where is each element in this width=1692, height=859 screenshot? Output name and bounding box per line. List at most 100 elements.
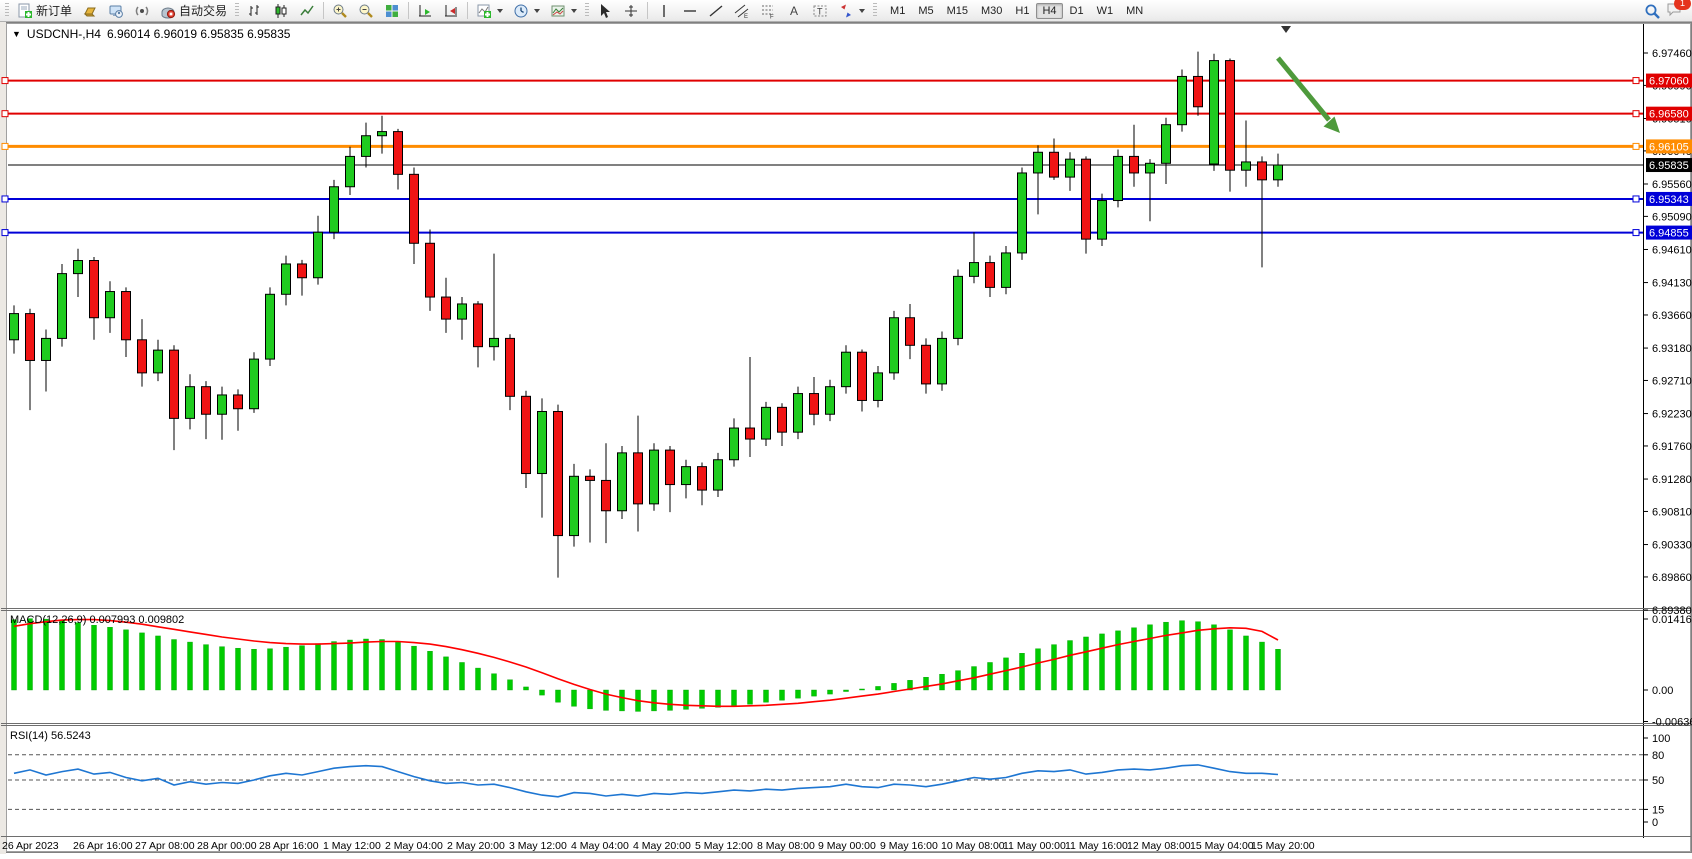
add-indicator-button[interactable]: [471, 0, 508, 21]
zoom-in-button[interactable]: [327, 0, 353, 21]
svg-text:6.93180: 6.93180: [1652, 343, 1692, 355]
svg-text:6.96580: 6.96580: [1649, 109, 1689, 121]
svg-text:15: 15: [1652, 804, 1664, 816]
toolbar-grip[interactable]: [235, 3, 239, 18]
arrows-caret: [859, 9, 865, 13]
svg-text:9 May 00:00: 9 May 00:00: [818, 840, 876, 852]
svg-text:2 May 04:00: 2 May 04:00: [385, 840, 443, 852]
svg-text:6.94610: 6.94610: [1652, 244, 1692, 256]
svg-text:6.97060: 6.97060: [1649, 76, 1689, 88]
notification-badge: 1: [1674, 0, 1691, 10]
svg-text:6.90810: 6.90810: [1652, 506, 1692, 518]
arrows-tool-button[interactable]: [833, 0, 870, 21]
timeframe-group: M1M5M15M30H1H4D1W1MN: [884, 3, 1149, 19]
templates-icon: [550, 3, 566, 19]
chat-button[interactable]: 1: [1666, 1, 1684, 20]
equidistant-channel-tool-button[interactable]: E: [729, 0, 755, 21]
toolbar-grip[interactable]: [5, 3, 9, 18]
svg-text:9 May 16:00: 9 May 16:00: [880, 840, 938, 852]
svg-text:6.91760: 6.91760: [1652, 441, 1692, 453]
vertical-line-icon: [656, 3, 672, 19]
svg-text:1 May 12:00: 1 May 12:00: [323, 840, 381, 852]
chart-window[interactable]: ▼ USDCNH-,H4 6.96014 6.96019 6.95835 6.9…: [0, 22, 1692, 854]
text-icon: A: [786, 3, 802, 19]
svg-text:6.95835: 6.95835: [1649, 160, 1689, 172]
svg-text:F: F: [770, 14, 774, 19]
periods-clock-icon: [513, 3, 529, 19]
svg-text:11 May 16:00: 11 May 16:00: [1065, 840, 1128, 852]
timeframe-button-m30[interactable]: M30: [975, 3, 1008, 19]
periods-button[interactable]: [508, 0, 545, 21]
timeframe-button-w1[interactable]: W1: [1091, 3, 1120, 19]
horizontal-lines[interactable]: [2, 78, 1643, 236]
tile-windows-button[interactable]: [379, 0, 405, 21]
candles: [10, 52, 1283, 578]
svg-text:T: T: [817, 6, 823, 16]
trendline-tool-button[interactable]: [703, 0, 729, 21]
chart-ohlc-values: 6.96014 6.96019 6.95835 6.95835: [107, 27, 291, 41]
timeframe-button-d1[interactable]: D1: [1064, 3, 1090, 19]
svg-text:12 May 08:00: 12 May 08:00: [1127, 840, 1191, 852]
cursor-tool-button[interactable]: [592, 0, 618, 21]
autotrading-button[interactable]: 自动交易: [155, 0, 232, 21]
templates-button[interactable]: [545, 0, 582, 21]
search-icon[interactable]: [1644, 3, 1660, 19]
svg-text:50: 50: [1652, 775, 1664, 787]
svg-text:5 May 12:00: 5 May 12:00: [695, 840, 753, 852]
zoom-in-icon: [332, 3, 348, 19]
svg-text:10 May 08:00: 10 May 08:00: [941, 840, 1005, 852]
timeframe-button-m15[interactable]: M15: [941, 3, 974, 19]
bar-chart-button[interactable]: [242, 0, 268, 21]
signals-button[interactable]: [129, 0, 155, 21]
svg-text:0.014167: 0.014167: [1652, 614, 1692, 626]
svg-text:8 May 08:00: 8 May 08:00: [757, 840, 815, 852]
svg-text:6.95343: 6.95343: [1649, 194, 1689, 206]
svg-text:6.97460: 6.97460: [1652, 48, 1692, 60]
fibonacci-icon: F: [760, 3, 776, 19]
collapse-icon[interactable]: ▼: [12, 29, 21, 39]
svg-text:4 May 04:00: 4 May 04:00: [571, 840, 629, 852]
chart-canvas[interactable]: 6.974606.969906.965106.960406.955606.950…: [0, 22, 1692, 854]
arrows-icon: [838, 3, 854, 19]
zoom-out-icon: [358, 3, 374, 19]
svg-text:27 Apr 08:00: 27 Apr 08:00: [135, 840, 195, 852]
trendline-icon: [708, 3, 724, 19]
gold-button[interactable]: [77, 0, 103, 21]
remote-terminal-button[interactable]: [103, 0, 129, 21]
candlestick-chart-button[interactable]: [268, 0, 294, 21]
timeframe-button-m1[interactable]: M1: [884, 3, 911, 19]
line-chart-icon: [299, 3, 315, 19]
fibonacci-tool-button[interactable]: F: [755, 0, 781, 21]
toolbar-grip[interactable]: [585, 3, 589, 18]
crosshair-tool-button[interactable]: [618, 0, 644, 21]
vertical-line-tool-button[interactable]: [651, 0, 677, 21]
new-order-button[interactable]: 新订单: [12, 0, 77, 21]
trend-arrow-annotation[interactable]: [1278, 58, 1340, 133]
svg-text:2 May 20:00: 2 May 20:00: [447, 840, 505, 852]
text-label-icon: T: [812, 3, 828, 19]
timeframe-button-mn[interactable]: MN: [1120, 3, 1149, 19]
text-tool-button[interactable]: A: [781, 0, 807, 21]
horizontal-line-icon: [682, 3, 698, 19]
text-label-tool-button[interactable]: T: [807, 0, 833, 21]
svg-text:6.89860: 6.89860: [1652, 572, 1692, 584]
rsi-indicator-label: RSI(14) 56.5243: [10, 730, 91, 742]
time-axis: 26 Apr 202326 Apr 16:0027 Apr 08:0028 Ap…: [2, 840, 1315, 852]
timeframe-button-m5[interactable]: M5: [912, 3, 939, 19]
timeframe-button-h4[interactable]: H4: [1036, 3, 1062, 19]
rsi-pane: 1008050150: [8, 733, 1670, 829]
line-chart-button[interactable]: [294, 0, 320, 21]
new-order-label: 新订单: [36, 2, 72, 19]
svg-text:0.00: 0.00: [1652, 685, 1673, 697]
auto-scroll-button[interactable]: [412, 0, 438, 21]
svg-text:6.90330: 6.90330: [1652, 540, 1692, 552]
chart-symbol-period: USDCNH-,H4: [27, 27, 101, 41]
horizontal-line-tool-button[interactable]: [677, 0, 703, 21]
signals-icon: [134, 3, 150, 19]
svg-text:6.94130: 6.94130: [1652, 278, 1692, 290]
svg-text:28 Apr 00:00: 28 Apr 00:00: [197, 840, 257, 852]
chart-shift-button[interactable]: [438, 0, 464, 21]
toolbar-grip[interactable]: [873, 3, 877, 18]
zoom-out-button[interactable]: [353, 0, 379, 21]
timeframe-button-h1[interactable]: H1: [1009, 3, 1035, 19]
